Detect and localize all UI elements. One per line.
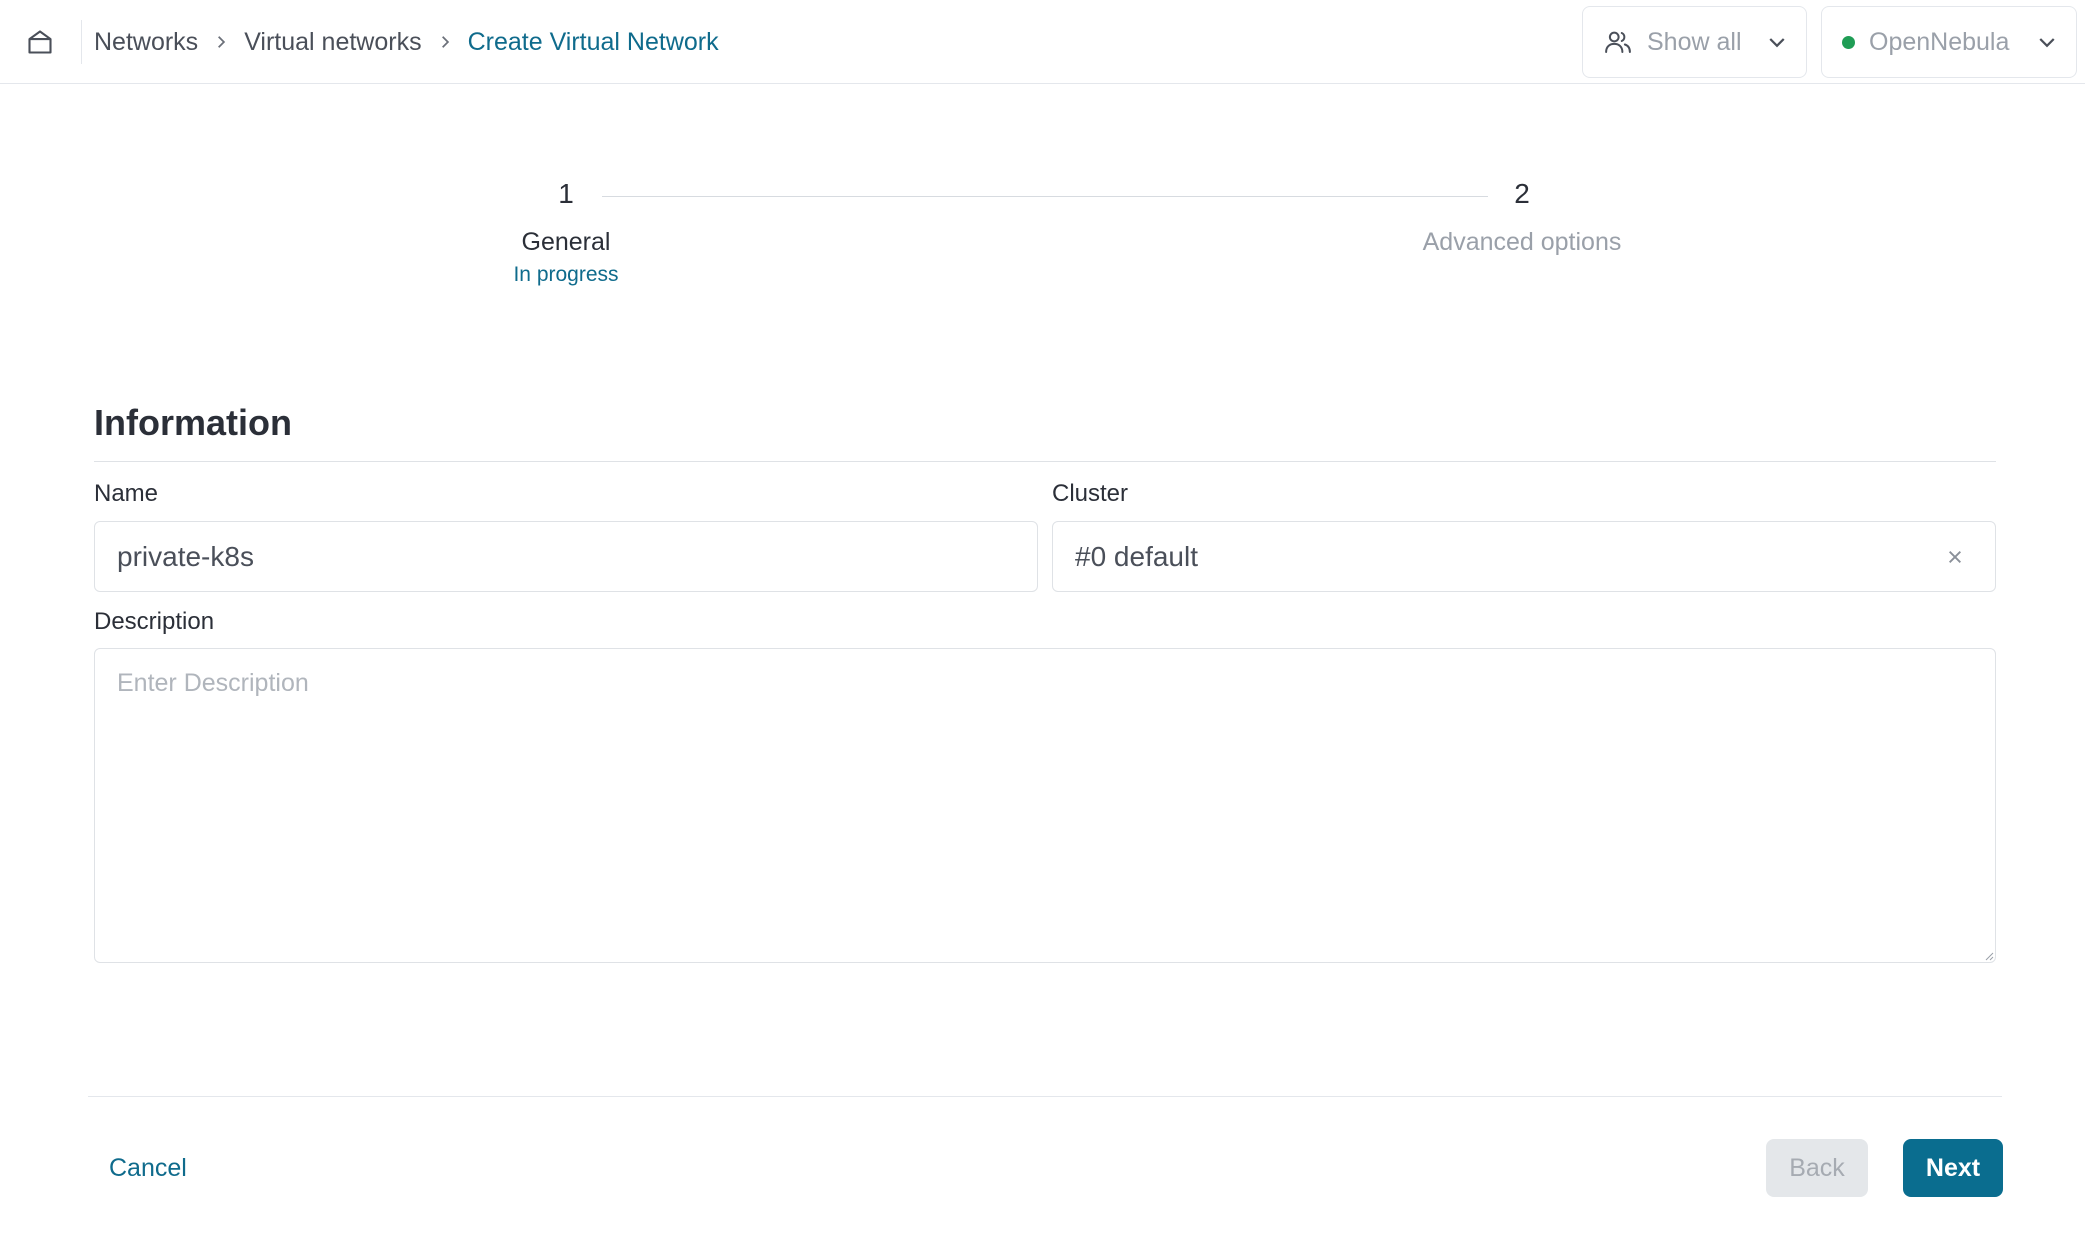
top-bar: Networks Virtual networks Create Virtual… [0, 0, 2085, 84]
breadcrumb-virtual-networks[interactable]: Virtual networks [244, 28, 421, 57]
back-button[interactable]: Back [1766, 1139, 1868, 1197]
step-general: 1 General In progress [466, 178, 666, 287]
step-number: 2 [1514, 178, 1530, 209]
breadcrumb-networks[interactable]: Networks [94, 28, 198, 57]
description-label: Description [94, 608, 215, 635]
cluster-label: Cluster [1052, 480, 1129, 507]
close-icon [1949, 550, 1961, 563]
section-divider [94, 461, 1996, 462]
step-title: General [521, 228, 611, 256]
cluster-value: #0 default [1075, 540, 1198, 572]
home-divider [81, 20, 82, 64]
clear-cluster-button[interactable] [1937, 539, 1973, 575]
home-button[interactable] [20, 24, 60, 60]
resize-handle-icon[interactable] [1984, 951, 1994, 961]
cluster-select[interactable]: #0 default [1052, 521, 1996, 592]
footer-divider [88, 1096, 2002, 1097]
name-label: Name [94, 480, 159, 507]
step-advanced-options: 2 Advanced options [1372, 178, 1672, 257]
next-button[interactable]: Next [1903, 1139, 2003, 1197]
users-icon [1605, 31, 1631, 53]
section-title: Information [94, 402, 292, 443]
zone-selector-label: OpenNebula [1869, 27, 2010, 56]
group-filter-label: Show all [1647, 27, 1742, 56]
home-icon [28, 30, 52, 54]
group-filter-button[interactable]: Show all [1582, 6, 1807, 78]
description-textarea[interactable] [94, 648, 1996, 963]
chevron-down-icon [2039, 38, 2055, 48]
breadcrumb: Networks Virtual networks Create Virtual… [94, 22, 719, 62]
chevron-down-icon [1769, 38, 1785, 48]
step-status: In progress [513, 263, 619, 286]
stepper-connector [602, 196, 1488, 197]
zone-status-dot [1842, 35, 1855, 49]
cancel-button[interactable]: Cancel [94, 1146, 202, 1190]
name-input[interactable]: private-k8s [94, 521, 1038, 592]
step-title: Advanced options [1422, 228, 1622, 256]
chevron-right-icon [214, 35, 228, 49]
chevron-right-icon [438, 35, 452, 49]
zone-selector-button[interactable]: OpenNebula [1821, 6, 2077, 78]
step-number: 1 [558, 178, 574, 209]
breadcrumb-current: Create Virtual Network [467, 27, 719, 56]
name-value: private-k8s [117, 540, 254, 572]
